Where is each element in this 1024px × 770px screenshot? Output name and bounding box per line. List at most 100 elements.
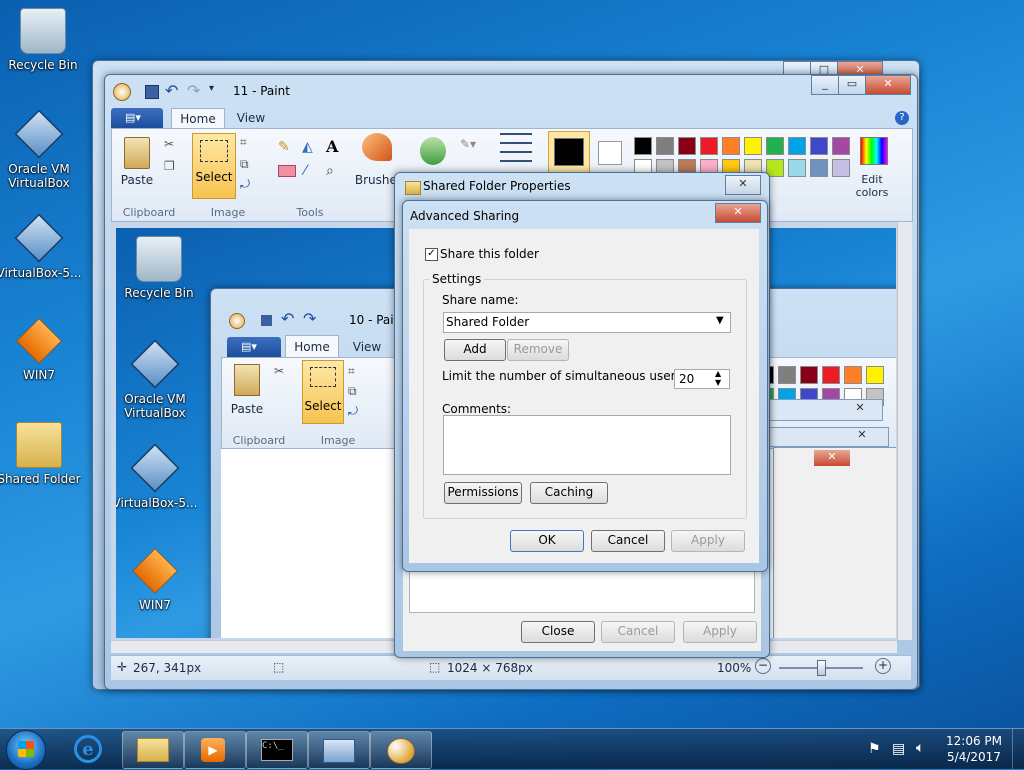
- taskbar-explorer[interactable]: [122, 731, 184, 769]
- pencil-icon[interactable]: ✎: [278, 139, 290, 155]
- palette-swatch[interactable]: [800, 366, 818, 384]
- color-picker-icon[interactable]: ⁄: [304, 163, 306, 179]
- palette-swatch[interactable]: [810, 159, 828, 177]
- paint-menu-button[interactable]: ▤▾: [111, 108, 163, 128]
- volume-icon[interactable]: 🔈︎: [916, 740, 924, 756]
- share-name-dropdown[interactable]: Shared Folder ▼: [443, 312, 731, 333]
- maximize-button[interactable]: ▭: [838, 75, 866, 95]
- show-desktop-button[interactable]: [1012, 729, 1024, 769]
- permissions-button[interactable]: Permissions: [444, 482, 522, 504]
- paint-app-icon[interactable]: [113, 83, 131, 101]
- paste-button[interactable]: Paste: [114, 173, 160, 187]
- palette-swatch[interactable]: [810, 137, 828, 155]
- help-icon[interactable]: ?: [895, 111, 909, 125]
- copy-icon[interactable]: ❐: [164, 159, 175, 173]
- cancel-button[interactable]: Cancel: [601, 621, 675, 643]
- size-icon[interactable]: [500, 133, 532, 163]
- clock-time[interactable]: 12:06 PM: [946, 734, 1002, 748]
- paste-label: Paste: [230, 402, 264, 416]
- palette-swatch[interactable]: [678, 137, 696, 155]
- dialog-title: Shared Folder Properties: [423, 179, 571, 193]
- taskbar-media-player[interactable]: ▶: [184, 731, 246, 769]
- palette-swatch[interactable]: [744, 137, 762, 155]
- spinner-down-icon[interactable]: ▼: [715, 378, 721, 387]
- notification-flag-icon[interactable]: ⚑: [868, 741, 881, 757]
- palette-swatch[interactable]: [844, 366, 862, 384]
- palette-swatch[interactable]: [700, 137, 718, 155]
- palette-swatch[interactable]: [778, 366, 796, 384]
- network-status-icon[interactable]: ▤: [892, 741, 905, 757]
- comments-textarea[interactable]: [443, 415, 731, 475]
- zoom-slider-thumb[interactable]: [817, 660, 826, 676]
- caching-button[interactable]: Caching: [530, 482, 608, 504]
- cut-icon[interactable]: ✂: [164, 137, 174, 151]
- tab-home[interactable]: Home: [171, 108, 225, 129]
- dialog-remnant-1: ✕: [761, 399, 883, 421]
- select-button[interactable]: Select: [192, 133, 236, 199]
- desktop-icon-oracle-vm-virtualbox[interactable]: Oracle VM VirtualBox: [0, 109, 82, 190]
- save-icon: [261, 315, 272, 326]
- crop-icon[interactable]: ⌗: [240, 135, 247, 150]
- rotate-icon[interactable]: ⤾: [240, 177, 250, 192]
- magnifier-icon[interactable]: ⌕: [326, 163, 334, 179]
- taskbar-command-prompt[interactable]: C:\_: [246, 731, 308, 769]
- desktop-icon-virtualbox-installer[interactable]: VirtualBox-5...: [0, 213, 82, 280]
- undo-icon[interactable]: ↶: [165, 81, 178, 100]
- desktop-icon-win7[interactable]: WIN7: [0, 318, 82, 382]
- vertical-scrollbar[interactable]: [897, 222, 912, 640]
- palette-swatch[interactable]: [634, 137, 652, 155]
- palette-swatch[interactable]: [766, 137, 784, 155]
- minimize-button[interactable]: _: [811, 75, 839, 95]
- close-icon: ✕: [855, 401, 865, 414]
- undo-icon: ↶: [281, 309, 295, 328]
- close-button[interactable]: ✕: [725, 175, 761, 195]
- resize-icon[interactable]: ⧉: [240, 157, 249, 172]
- close-button: ✕: [814, 450, 850, 466]
- close-button[interactable]: Close: [521, 621, 595, 643]
- palette-swatch[interactable]: [866, 366, 884, 384]
- apply-button[interactable]: Apply: [683, 621, 757, 643]
- select-label: Select: [195, 170, 233, 184]
- add-button[interactable]: Add: [444, 339, 506, 361]
- close-button[interactable]: ✕: [865, 75, 911, 95]
- virtualbox-icon: [130, 443, 180, 493]
- palette-swatch[interactable]: [788, 159, 806, 177]
- color2-swatch[interactable]: [598, 141, 622, 165]
- eraser-icon[interactable]: [278, 165, 296, 177]
- zoom-out-icon[interactable]: −: [755, 658, 771, 674]
- palette-swatch[interactable]: [832, 159, 850, 177]
- apply-button[interactable]: Apply: [671, 530, 745, 552]
- save-icon[interactable]: [145, 85, 159, 99]
- start-button[interactable]: [6, 730, 46, 770]
- remove-button[interactable]: Remove: [507, 339, 569, 361]
- desktop-icon-recycle-bin[interactable]: Recycle Bin: [0, 8, 86, 72]
- spinner-up-icon[interactable]: ▲: [715, 369, 721, 378]
- group-label-clipboard: Clipboard: [232, 434, 286, 447]
- fill-icon[interactable]: ◭: [302, 139, 313, 155]
- zoom-in-icon[interactable]: +: [875, 658, 891, 674]
- tab-view[interactable]: View: [229, 111, 273, 125]
- chevron-down-icon[interactable]: ▾: [209, 83, 214, 94]
- dialog-remnant-3: ✕: [773, 447, 896, 638]
- palette-swatch[interactable]: [822, 366, 840, 384]
- cancel-button[interactable]: Cancel: [591, 530, 665, 552]
- ok-button[interactable]: OK: [510, 530, 584, 552]
- limit-users-spinner[interactable]: 20 ▲ ▼: [674, 369, 730, 389]
- palette-swatch[interactable]: [788, 137, 806, 155]
- share-folder-checkbox[interactable]: ✓: [425, 248, 438, 261]
- clock-date[interactable]: 5/4/2017: [946, 750, 1002, 764]
- outline-icon[interactable]: ✎▾: [460, 137, 476, 151]
- redo-icon[interactable]: ↷: [187, 81, 200, 100]
- internet-explorer-icon[interactable]: e: [74, 735, 102, 763]
- edit-colors-button[interactable]: Edit colors: [852, 173, 892, 199]
- palette-swatch[interactable]: [722, 137, 740, 155]
- taskbar-paint[interactable]: [370, 731, 432, 769]
- close-button[interactable]: ✕: [715, 203, 761, 223]
- palette-swatch[interactable]: [656, 137, 674, 155]
- taskbar-network[interactable]: [308, 731, 370, 769]
- desktop-icon-shared-folder[interactable]: Shared Folder: [0, 422, 82, 486]
- palette-swatch[interactable]: [832, 137, 850, 155]
- shapes-icon[interactable]: [420, 137, 446, 165]
- canvas-icon-win7: WIN7: [116, 548, 198, 612]
- text-icon[interactable]: A: [326, 137, 338, 156]
